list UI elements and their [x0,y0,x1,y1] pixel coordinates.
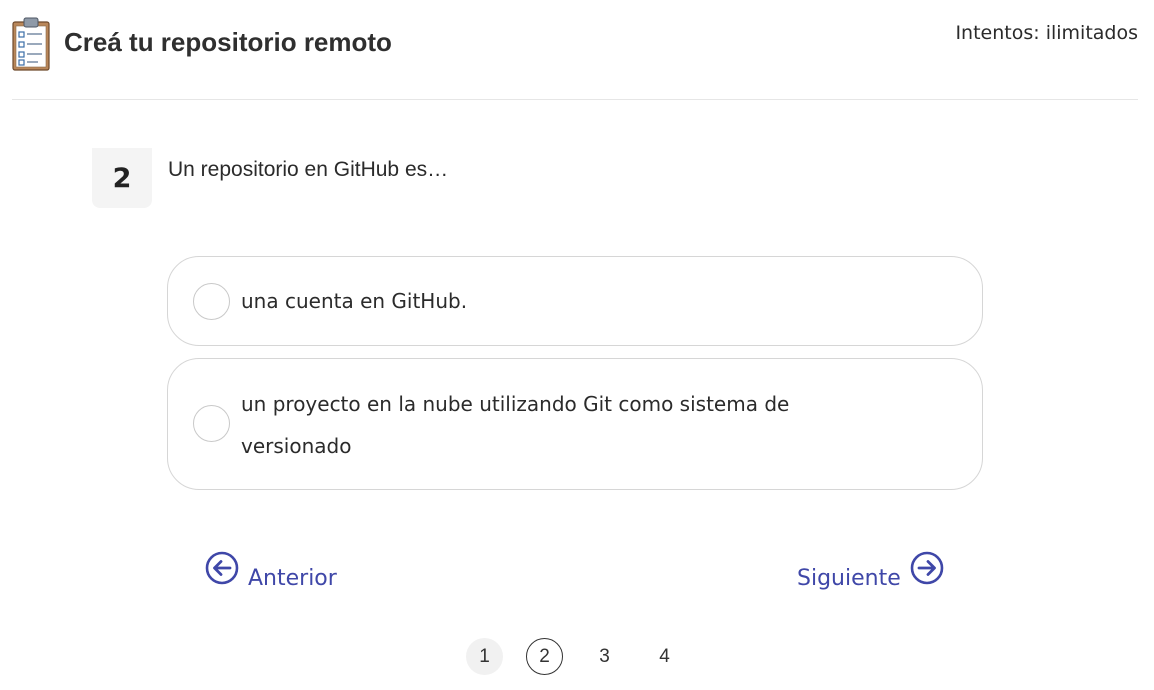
answer-option-label: un proyecto en la nube utilizando Git co… [241,392,790,458]
quiz-title: Creá tu repositorio remoto [64,27,392,57]
answer-option-label: una cuenta en GitHub. [241,289,468,313]
question-pagination: 1 2 3 4 [466,638,706,676]
page-1-button[interactable]: 1 [466,638,503,675]
arrow-right-circle-icon [910,551,944,585]
answer-option-2[interactable]: un proyecto en la nube utilizando Git co… [167,358,983,490]
previous-label: Anterior [248,565,337,591]
question-text: Un repositorio en GitHub es… [168,158,449,181]
question-number: 2 [92,148,152,208]
radio-button-2[interactable] [193,405,230,442]
page-2-button[interactable]: 2 [526,638,563,675]
next-button[interactable]: Siguiente [797,550,944,594]
answer-option-1[interactable]: una cuenta en GitHub. [167,256,983,346]
previous-button[interactable]: Anterior [205,550,337,594]
page-3-button[interactable]: 3 [586,638,623,675]
next-label: Siguiente [797,565,901,591]
radio-button-1[interactable] [193,283,230,320]
clipboard-checklist-icon [12,17,50,71]
page-4-button[interactable]: 4 [646,638,683,675]
arrow-left-circle-icon [205,551,239,585]
attempts-counter: Intentos: ilimitados [955,22,1138,44]
quiz-header: Creá tu repositorio remoto Intentos: ili… [12,0,1138,100]
